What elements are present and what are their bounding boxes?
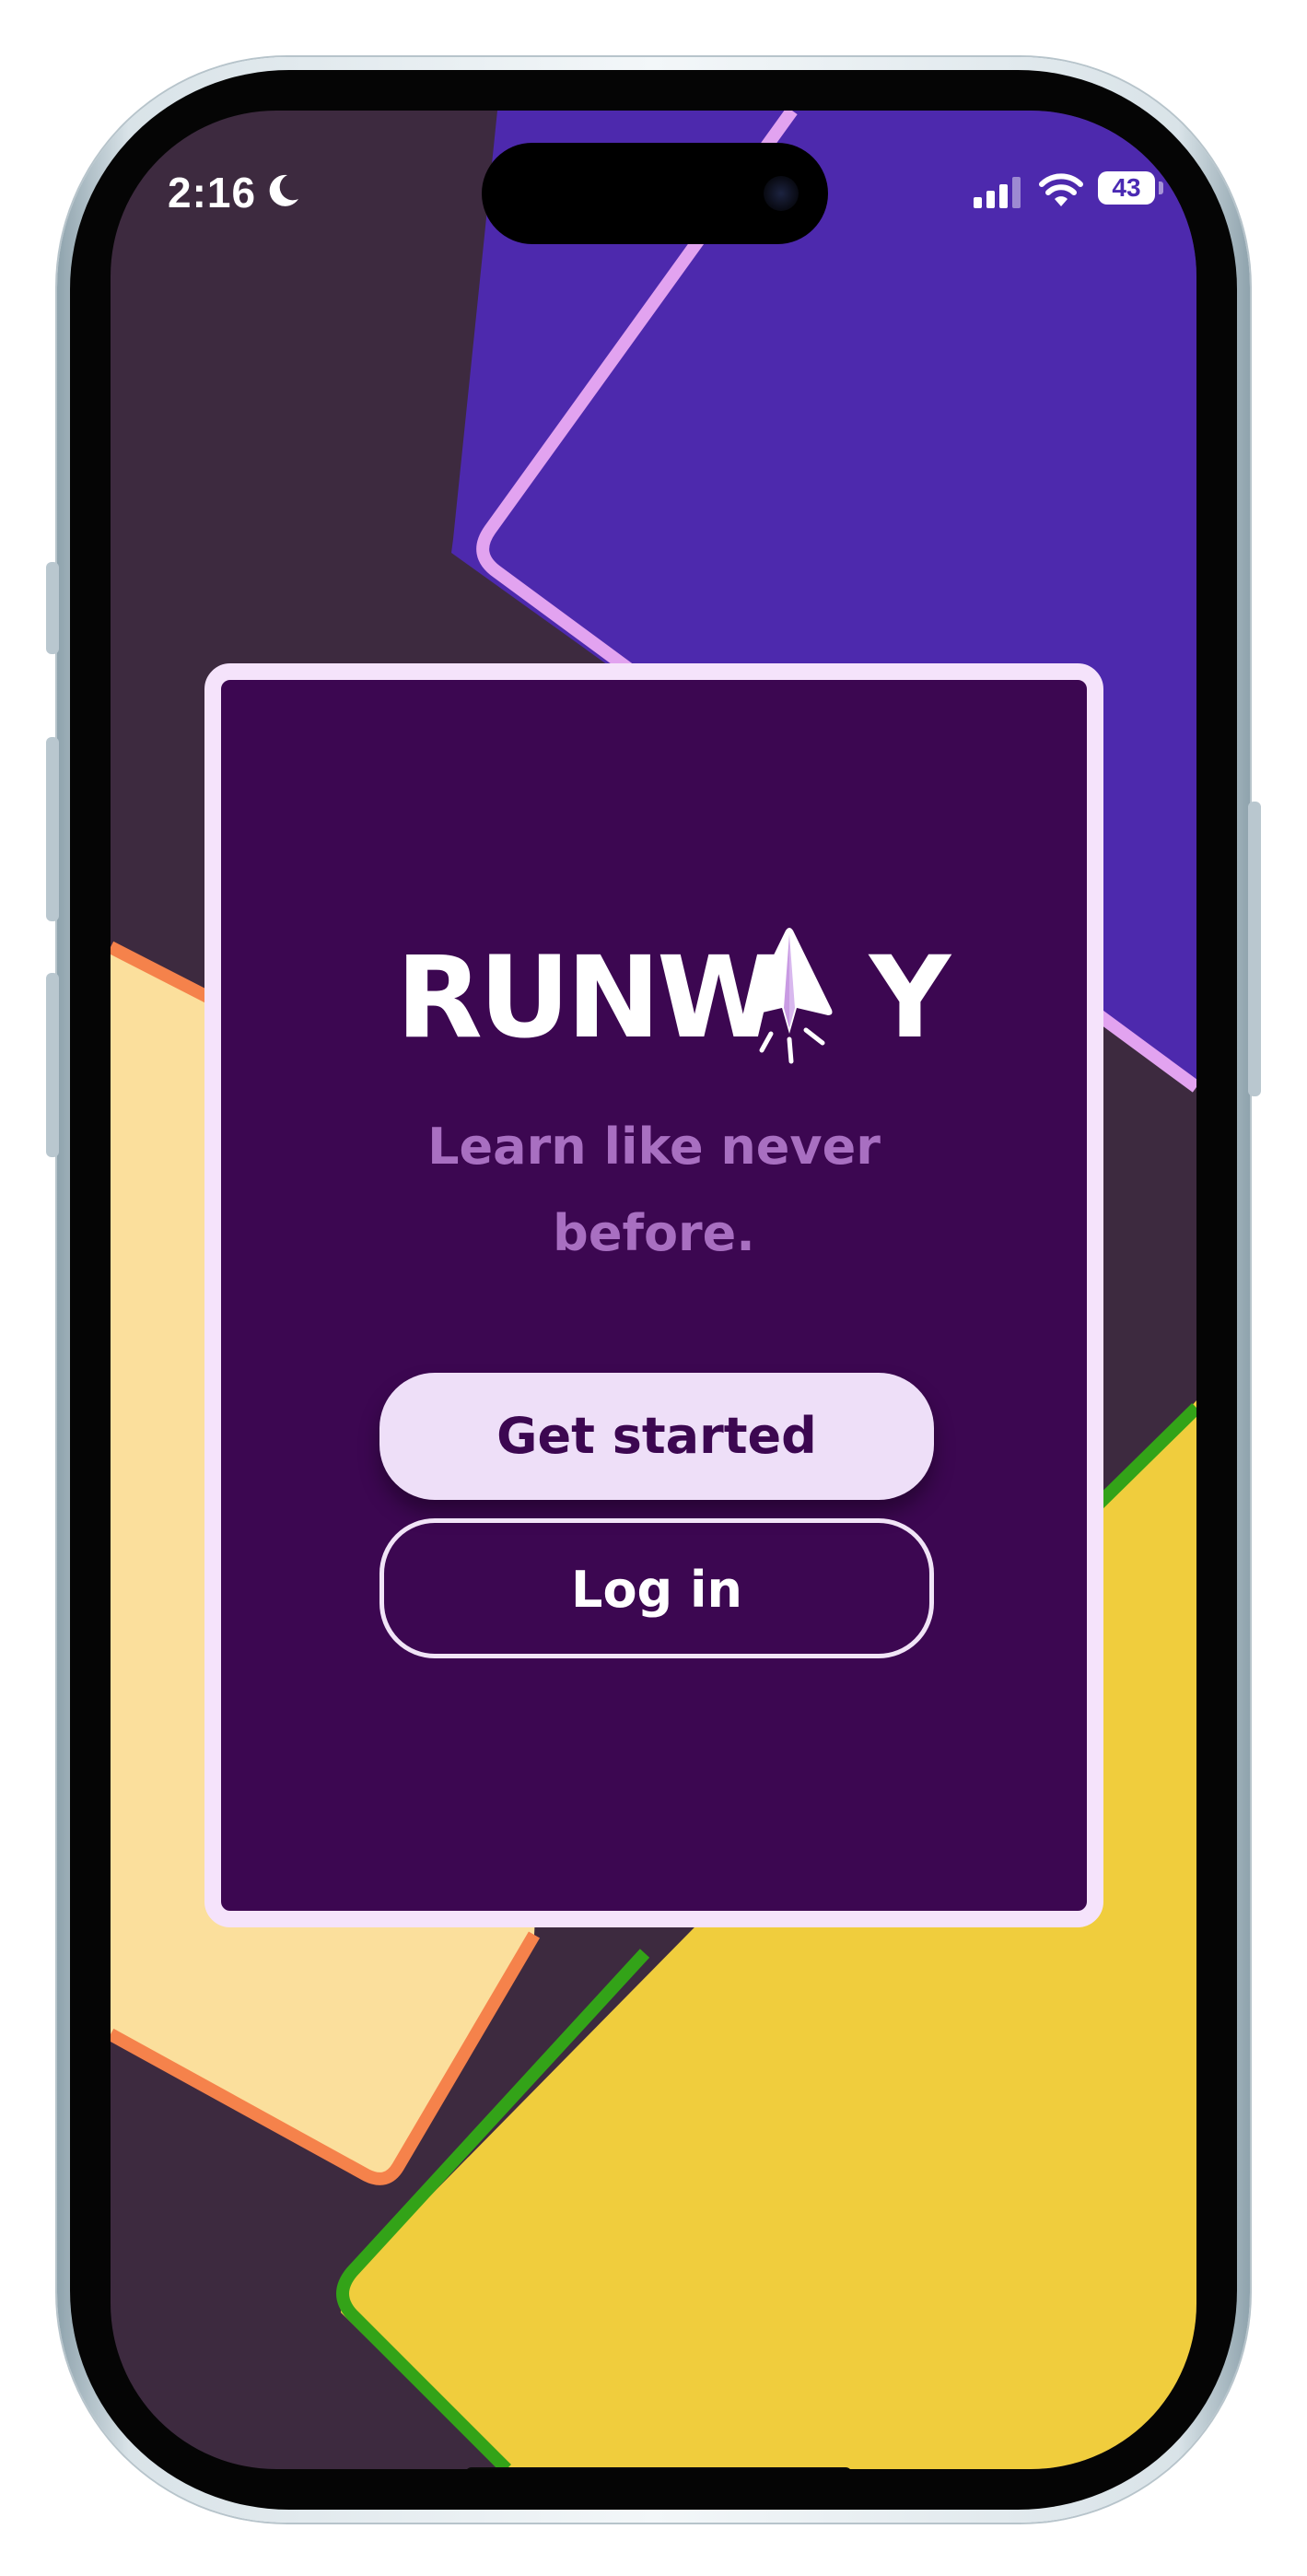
- dynamic-island: [482, 143, 828, 244]
- runway-logo: RUNW Y: [396, 928, 951, 1076]
- logo-text-prefix: RUNW: [396, 932, 781, 1063]
- screen: 2:16 43 RUNW Y Learn like never before. …: [111, 111, 1196, 2469]
- home-indicator[interactable]: [465, 2467, 852, 2469]
- paper-plane-icon: [746, 928, 833, 1064]
- power-button: [1248, 802, 1261, 1096]
- volume-up-button: [46, 737, 59, 921]
- status-time: 2:16: [168, 169, 257, 217]
- welcome-card: RUNW Y Learn like never before. Get start…: [204, 663, 1103, 1927]
- moon-icon: [269, 174, 298, 206]
- battery-cap: [1159, 181, 1163, 194]
- battery-icon: 43: [1098, 171, 1155, 205]
- wifi-icon: [1039, 173, 1083, 206]
- logo-wordmark: RUNW Y: [396, 938, 951, 1058]
- status-bar: 2:16 43: [111, 111, 1196, 267]
- action-button: [46, 562, 59, 654]
- front-camera: [764, 176, 799, 211]
- signal-icon: [974, 177, 1021, 208]
- log-in-button[interactable]: Log in: [379, 1518, 934, 1658]
- get-started-button[interactable]: Get started: [379, 1373, 934, 1500]
- logo-text-suffix: Y: [869, 932, 951, 1063]
- tagline: Learn like never before.: [221, 1104, 1087, 1277]
- tagline-line-1: Learn like never: [427, 1118, 881, 1176]
- volume-down-button: [46, 973, 59, 1157]
- tagline-line-2: before.: [553, 1204, 755, 1262]
